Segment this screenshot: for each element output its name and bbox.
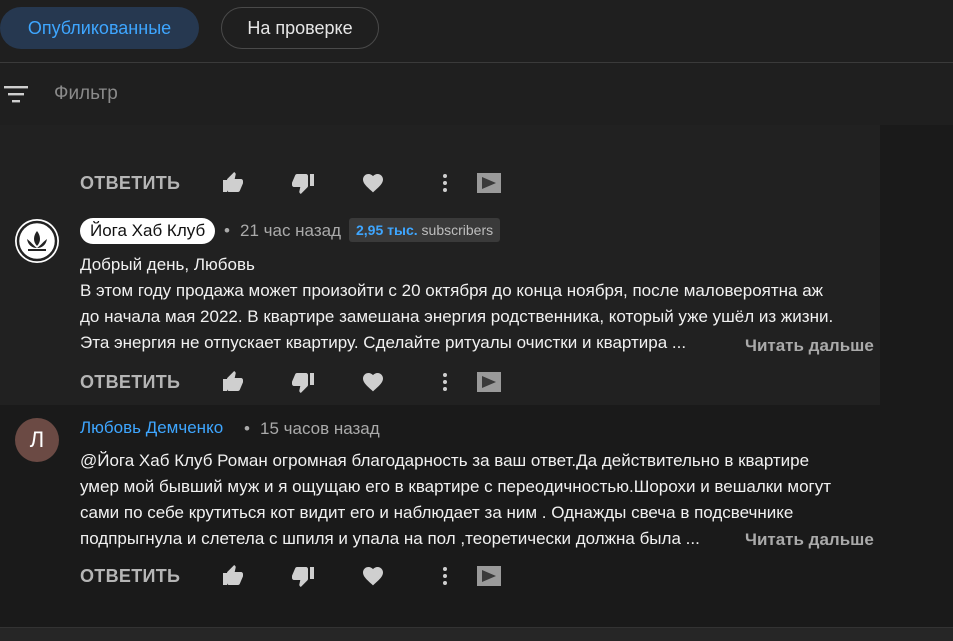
comment-author[interactable]: Йога Хаб Клуб <box>80 218 216 244</box>
subscriber-badge: 2,95 тыс. subscribers <box>349 218 501 242</box>
tab-bar: Опубликованные На проверке <box>0 0 953 63</box>
more-icon[interactable] <box>432 564 458 588</box>
thumbs-down-icon[interactable] <box>290 171 316 195</box>
thumbs-down-icon[interactable] <box>290 370 316 394</box>
divider <box>0 627 953 641</box>
side-panel <box>880 125 953 410</box>
avatar[interactable]: Л <box>15 418 59 462</box>
comment-actions: ОТВЕТИТЬ <box>80 368 520 398</box>
comment-line: умер мой бывший муж и я ощущаю его в ква… <box>80 477 832 496</box>
avatar[interactable] <box>15 219 59 263</box>
heart-icon[interactable] <box>360 171 386 195</box>
lotus-logo-icon <box>16 220 58 262</box>
comment-actions: ОТВЕТИТЬ <box>80 562 520 592</box>
subscriber-label: subscribers <box>421 222 494 238</box>
more-icon[interactable] <box>432 370 458 394</box>
comment-line: сами по себе крутиться кот видит его и н… <box>80 503 794 522</box>
read-more-link[interactable]: Читать дальше <box>745 530 874 550</box>
comment-actions: ОТВЕТИТЬ <box>80 169 520 199</box>
filter-bar <box>0 63 953 125</box>
filter-input[interactable]: Фильтр <box>54 83 118 105</box>
comment-line: Добрый день, Любовь <box>80 255 255 274</box>
heart-icon[interactable] <box>360 370 386 394</box>
more-icon[interactable] <box>432 171 458 195</box>
comment-line: @Йога Хаб Клуб Роман огромная благодарно… <box>80 451 810 470</box>
comment-line: подпрыгнула и слетела с шпиля и упала на… <box>80 529 700 548</box>
meta-separator: • <box>244 419 250 438</box>
thumbs-up-icon[interactable] <box>220 370 246 394</box>
thumbs-up-icon[interactable] <box>220 564 246 588</box>
tab-pending-review[interactable]: На проверке <box>221 7 379 49</box>
comment-line: до начала мая 2022. В квартире замешана … <box>80 307 834 326</box>
reply-button[interactable]: ОТВЕТИТЬ <box>80 372 180 393</box>
video-flag-icon[interactable] <box>476 171 502 195</box>
reply-button[interactable]: ОТВЕТИТЬ <box>80 173 180 194</box>
video-flag-icon[interactable] <box>476 564 502 588</box>
thumbs-up-icon[interactable] <box>220 171 246 195</box>
comment-line: Эта энергия не отпускает квартиру. Сдела… <box>80 333 687 352</box>
comment-timestamp[interactable]: 15 часов назад <box>260 419 380 439</box>
comment-author[interactable]: Любовь Демченко <box>80 418 223 438</box>
thumbs-down-icon[interactable] <box>290 564 316 588</box>
tab-published[interactable]: Опубликованные <box>0 7 199 49</box>
subscriber-count: 2,95 тыс. <box>356 222 418 238</box>
video-flag-icon[interactable] <box>476 370 502 394</box>
filter-icon[interactable] <box>4 84 28 104</box>
read-more-link[interactable]: Читать дальше <box>745 336 874 356</box>
meta-separator: • <box>224 221 230 240</box>
comment-timestamp[interactable]: 21 час назад <box>240 221 341 241</box>
comment-line: В этом году продажа может произойти с 20… <box>80 281 824 300</box>
reply-button[interactable]: ОТВЕТИТЬ <box>80 566 180 587</box>
heart-icon[interactable] <box>360 564 386 588</box>
